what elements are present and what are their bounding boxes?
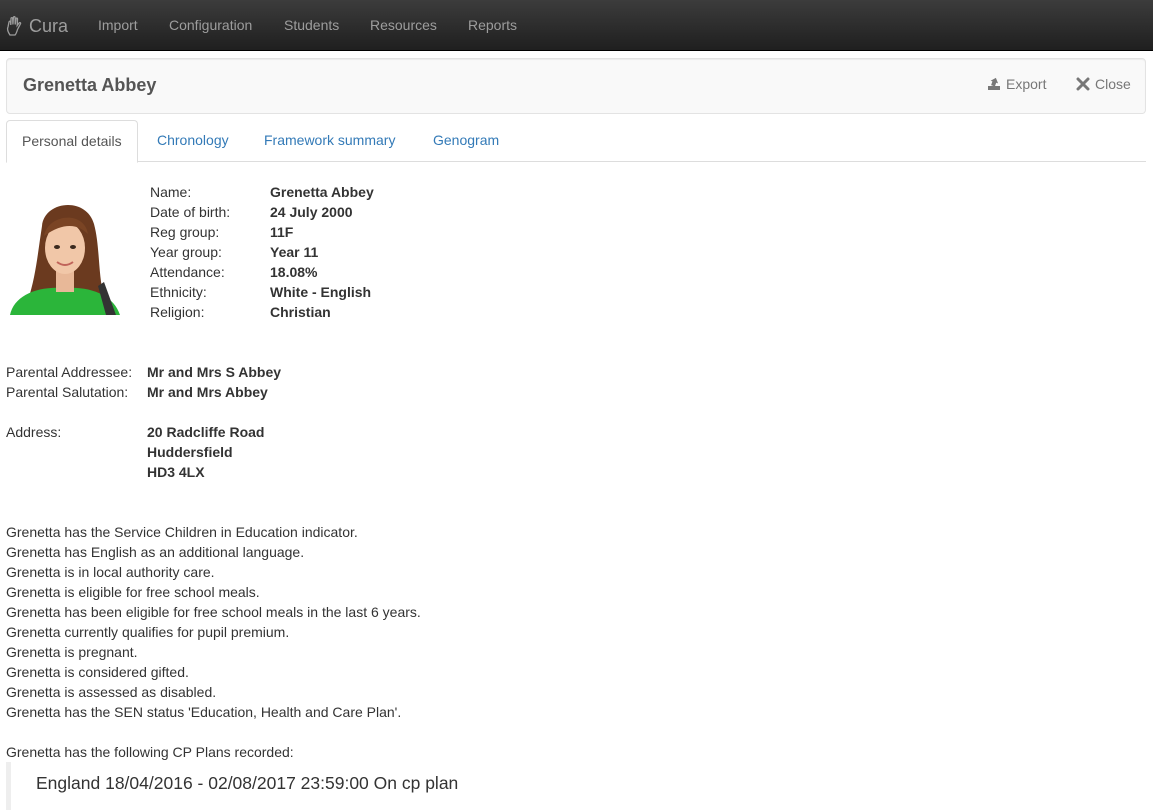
nav-reports[interactable]: Reports: [468, 17, 517, 33]
student-header: Grenetta Abbey Export Close: [6, 58, 1146, 114]
tab-genogram[interactable]: Genogram: [418, 120, 514, 162]
cp-plan-entry: England 18/04/2016 - 02/08/2017 23:59:00…: [36, 773, 459, 793]
parental-salutation-value: Mr and Mrs Abbey: [147, 384, 268, 400]
ethnicity-label: Ethnicity:: [150, 284, 207, 300]
name-label: Name:: [150, 184, 192, 200]
dob-value: 24 July 2000: [270, 204, 353, 220]
cp-plan-blockquote: England 18/04/2016 - 02/08/2017 23:59:00…: [6, 762, 1146, 810]
close-label: Close: [1095, 76, 1131, 92]
indicator-text: Grenetta is assessed as disabled.: [6, 684, 217, 700]
export-icon: [988, 77, 1000, 90]
address-line: Huddersfield: [147, 444, 233, 460]
tab-bar: Personal details Chronology Framework su…: [6, 120, 1146, 163]
top-navbar: Cura Import Configuration Students Resou…: [0, 0, 1153, 51]
indicator-text: Grenetta has English as an additional la…: [6, 544, 305, 560]
address-line: 20 Radcliffe Road: [147, 424, 265, 440]
cp-plans-intro: Grenetta has the following CP Plans reco…: [6, 744, 294, 760]
close-button[interactable]: Close: [1076, 76, 1131, 92]
religion-label: Religion:: [150, 304, 205, 320]
address-line: HD3 4LX: [147, 464, 205, 480]
indicator-text: Grenetta is pregnant.: [6, 644, 138, 660]
attendance-value: 18.08%: [270, 264, 318, 280]
indicator-text: Grenetta is in local authority care.: [6, 564, 215, 580]
hand-icon: [6, 16, 22, 36]
tab-chronology[interactable]: Chronology: [142, 120, 244, 162]
export-button[interactable]: Export: [987, 76, 1046, 92]
dob-label: Date of birth:: [150, 204, 231, 220]
parental-salutation-label: Parental Salutation:: [6, 384, 129, 400]
ethnicity-value: White - English: [270, 284, 372, 300]
address-label: Address:: [6, 424, 62, 440]
year-group-label: Year group:: [150, 244, 222, 260]
reg-group-value: 11F: [270, 224, 294, 240]
name-value: Grenetta Abbey: [270, 184, 374, 200]
indicator-text: Grenetta is considered gifted.: [6, 664, 189, 680]
nav-resources[interactable]: Resources: [370, 17, 437, 33]
tab-framework-summary[interactable]: Framework summary: [249, 120, 410, 162]
indicator-text: Grenetta has the Service Children in Edu…: [6, 524, 358, 540]
religion-value: Christian: [270, 304, 331, 320]
page-title: Grenetta Abbey: [23, 75, 157, 95]
close-icon: [1076, 77, 1090, 91]
tab-personal-details[interactable]: Personal details: [6, 120, 138, 163]
reg-group-label: Reg group:: [150, 224, 220, 240]
brand-name: Cura: [29, 15, 69, 36]
nav-configuration[interactable]: Configuration: [169, 17, 252, 33]
student-photo: [6, 196, 124, 315]
year-group-value: Year 11: [270, 244, 319, 260]
attendance-label: Attendance:: [150, 264, 225, 280]
nav-students[interactable]: Students: [284, 17, 339, 33]
indicator-text: Grenetta currently qualifies for pupil p…: [6, 624, 290, 640]
brand-logo[interactable]: Cura: [6, 14, 68, 38]
export-label: Export: [1006, 76, 1047, 92]
indicator-text: Grenetta is eligible for free school mea…: [6, 584, 260, 600]
parental-addressee-label: Parental Addressee:: [6, 364, 133, 380]
indicator-text: Grenetta has the SEN status 'Education, …: [6, 704, 402, 720]
indicator-text: Grenetta has been eligible for free scho…: [6, 604, 421, 620]
parental-addressee-value: Mr and Mrs S Abbey: [147, 364, 282, 380]
nav-import[interactable]: Import: [98, 17, 138, 33]
